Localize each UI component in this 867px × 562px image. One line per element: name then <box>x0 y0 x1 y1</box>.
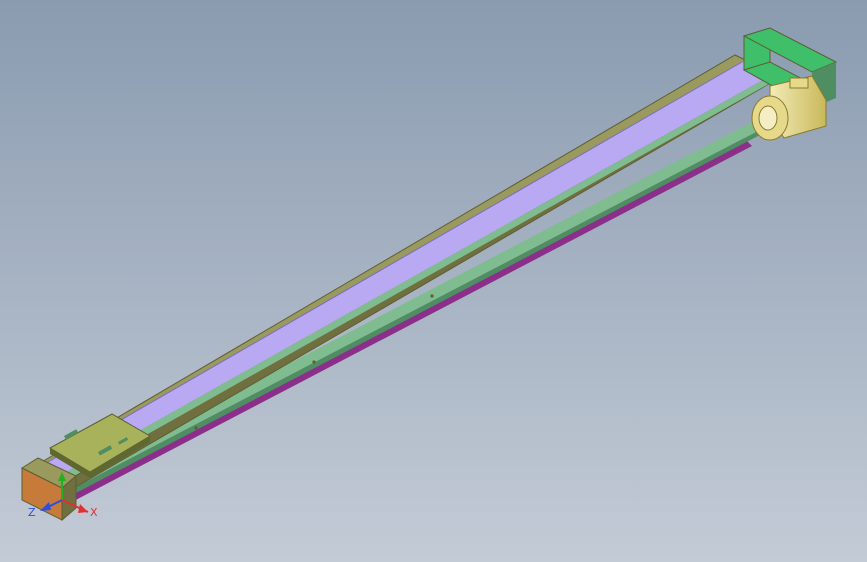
rail-screw <box>430 294 434 298</box>
motor-connector <box>789 77 809 89</box>
linear-actuator-model[interactable]: X Z <box>0 0 867 562</box>
rail-screw <box>312 360 316 364</box>
axis-x-label: X <box>90 506 98 519</box>
3d-model-viewport[interactable]: X Z <box>0 0 867 562</box>
axis-z-label: Z <box>28 506 36 519</box>
rail-screw <box>194 426 198 430</box>
motor-endcap-inner <box>758 105 778 131</box>
